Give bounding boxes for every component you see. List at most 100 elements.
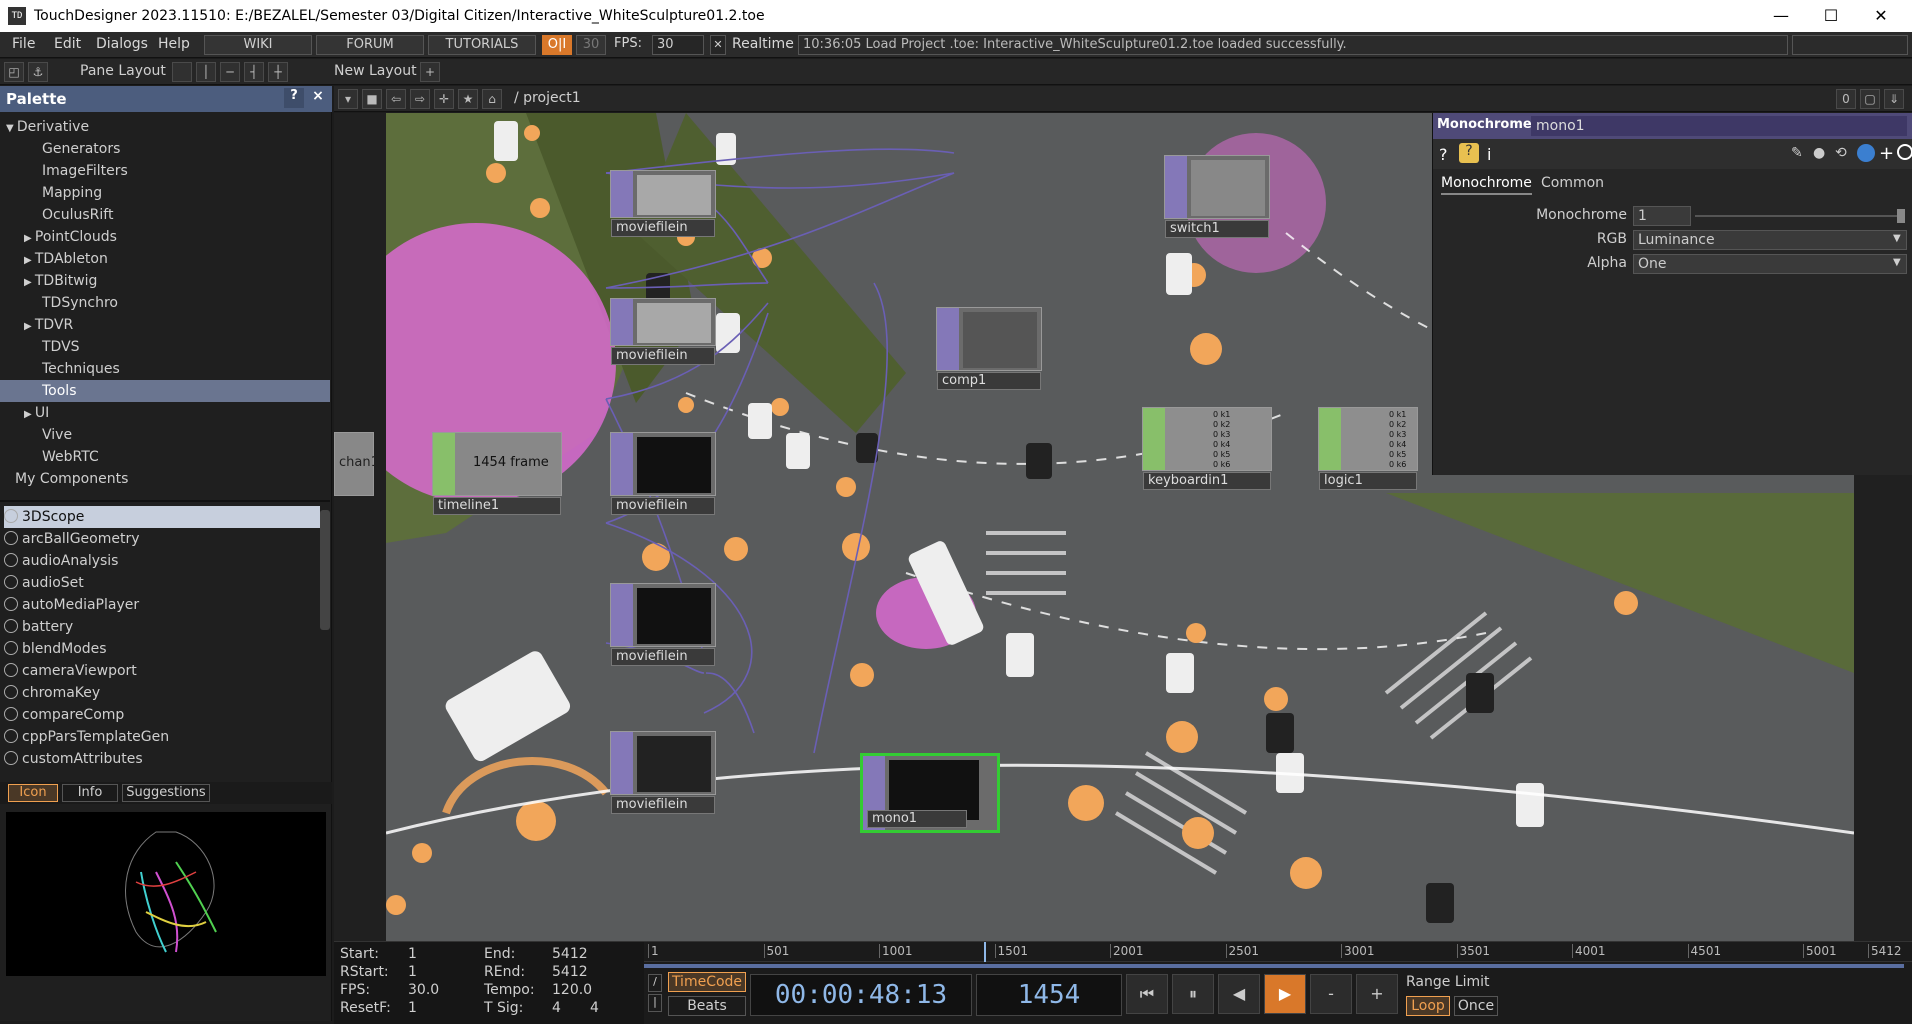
fps-timeline-value[interactable]: 30.0 [408,982,439,998]
operator-name-field[interactable]: mono1 [1531,116,1907,136]
once-button[interactable]: Once [1454,996,1498,1016]
palette-tree-item[interactable]: My Components [0,468,330,490]
tab-icon[interactable]: Icon [8,784,58,802]
minimize-button[interactable]: — [1756,0,1806,32]
node-label[interactable]: moviefilein [611,347,715,365]
back-icon[interactable]: ⇦ [386,89,406,109]
palette-tree-item[interactable]: Techniques [0,358,330,380]
stop-icon[interactable]: ■ [362,89,382,109]
palette-list-item[interactable]: arcBallGeometry [4,528,320,550]
param-alpha-dropdown[interactable]: One [1633,254,1907,274]
node-label[interactable]: moviefilein [611,648,715,666]
palette-list-item[interactable]: autoMediaPlayer [4,594,320,616]
tsig-b-value[interactable]: 4 [590,1000,599,1016]
add-icon[interactable]: + [1879,143,1894,164]
expand-right-icon[interactable]: ▶ [24,409,35,420]
anchor-icon[interactable]: ⚓ [28,62,48,82]
target-icon[interactable] [1897,144,1912,160]
param-monochrome-slider[interactable] [1695,215,1903,217]
node-label[interactable]: switch1 [1165,220,1269,238]
edit-icon[interactable]: ✎ [1791,145,1803,161]
palette-tree-item[interactable]: ImageFilters [0,160,330,182]
palette-tree-item[interactable]: OculusRift [0,204,330,226]
palette-tree-item[interactable]: ▶ TDAbleton [0,248,330,270]
playhead[interactable] [983,942,986,962]
node-label[interactable]: moviefilein [611,796,715,814]
timecode-button[interactable]: TimeCode [668,972,746,992]
new-layout-add-button[interactable]: + [420,62,440,82]
switch1-node[interactable]: switch1 [1164,155,1270,238]
comment-icon[interactable]: ● [1813,145,1825,161]
chan1-node[interactable]: chan1 [334,432,375,496]
palette-list-item[interactable]: chromaKey [4,682,320,704]
network-menu-icon[interactable]: ▾ [338,89,358,109]
network-path[interactable]: / project1 [514,90,581,106]
range-bar[interactable] [644,964,1904,968]
palette-help-button[interactable]: ? [284,88,304,108]
palette-list-item[interactable]: battery [4,616,320,638]
palette-tree-item[interactable]: ▼ Derivative [0,116,330,138]
timecode-display[interactable]: 00:00:48:13 [750,974,972,1016]
expand-right-icon[interactable]: ▶ [24,321,35,332]
palette-tree-item[interactable]: ▶ UI [0,402,330,424]
fps-field[interactable]: 30 [652,35,704,55]
realtime-checkbox[interactable]: ✕ [710,35,726,55]
moviefilein-node-3[interactable]: moviefilein [610,432,716,515]
node-label[interactable]: keyboardin1 [1143,472,1271,490]
expand-right-icon[interactable]: ▶ [24,277,35,288]
end-value[interactable]: 5412 [552,946,588,962]
palette-list-item[interactable]: 3DScope [4,506,320,528]
comp1-node[interactable]: comp1 [936,307,1042,390]
logic1-node[interactable]: 0 k1 0 k2 0 k3 0 k4 0 k5 0 k6 logic1 [1318,407,1418,490]
palette-tree-item[interactable]: TDVS [0,336,330,358]
resetf-value[interactable]: 1 [408,1000,417,1016]
tsig-a-value[interactable]: 4 [552,1000,561,1016]
maximize-pane-icon[interactable]: ▢ [1860,89,1880,109]
keyboardin1-node[interactable]: 0 k1 0 k2 0 k3 0 k4 0 k5 0 k6 keyboardin1 [1142,407,1272,490]
slash-icon[interactable]: / [648,974,662,992]
start-value[interactable]: 1 [408,946,417,962]
step-plus-button[interactable]: + [1356,974,1398,1014]
pause-button[interactable]: ⏸ [1172,974,1214,1014]
timeline-ruler[interactable]: 1 501 1001 1501 2001 2501 3001 3501 4001 4501 5001… [644,942,1912,962]
step-back-button[interactable]: ◀ [1218,974,1260,1014]
info-icon[interactable]: i [1487,145,1491,164]
parent-icon[interactable]: ⌂ [482,89,502,109]
palette-list-item[interactable]: cameraViewport [4,660,320,682]
palette-list-item[interactable]: customAttributes [4,748,320,770]
loop-button[interactable]: Loop [1406,996,1450,1016]
maximize-button[interactable]: ☐ [1806,0,1856,32]
forum-button[interactable]: FORUM [316,35,424,55]
node-label[interactable]: comp1 [937,372,1041,390]
rend-value[interactable]: 5412 [552,964,588,980]
node-label[interactable]: mono1 [867,810,967,828]
tab-common[interactable]: Common [1541,175,1604,191]
node-label[interactable]: chan1 [335,455,375,473]
palette-list-item[interactable]: cppParsTemplateGen [4,726,320,748]
palette-tree-item[interactable]: Mapping [0,182,330,204]
palette-tree-item[interactable]: ▶ PointClouds [0,226,330,248]
layout-split-h-icon[interactable]: ─ [220,62,240,82]
wiki-button[interactable]: WIKI [204,35,312,55]
bookmark-icon[interactable]: ★ [458,89,478,109]
tutorials-button[interactable]: TUTORIALS [428,35,536,55]
beats-button[interactable]: Beats [668,996,746,1016]
palette-close-button[interactable]: × [308,88,328,108]
layout-split-v-icon[interactable]: │ [196,62,216,82]
play-button[interactable]: ▶ [1264,974,1306,1014]
timeline1-node[interactable]: 1454 frame timeline1 [432,432,562,515]
frame-display[interactable]: 1454 [976,974,1122,1016]
layout-quad-icon[interactable]: ┼ [268,62,288,82]
close-window-button[interactable]: ✕ [1856,0,1906,32]
node-label[interactable]: timeline1 [433,497,561,515]
pane-down-icon[interactable]: ⇓ [1884,89,1904,109]
menu-edit[interactable]: Edit [54,36,81,52]
palette-list-item[interactable]: blendModes [4,638,320,660]
bar-icon[interactable]: | [648,994,662,1012]
moviefilein-node-5[interactable]: moviefilein [610,731,716,814]
rstart-value[interactable]: 1 [408,964,417,980]
palette-list-item[interactable]: compareComp [4,704,320,726]
layout-three-icon[interactable]: ┤ [244,62,264,82]
forward-icon[interactable]: ⇨ [410,89,430,109]
help-icon[interactable]: ? [1439,145,1448,164]
